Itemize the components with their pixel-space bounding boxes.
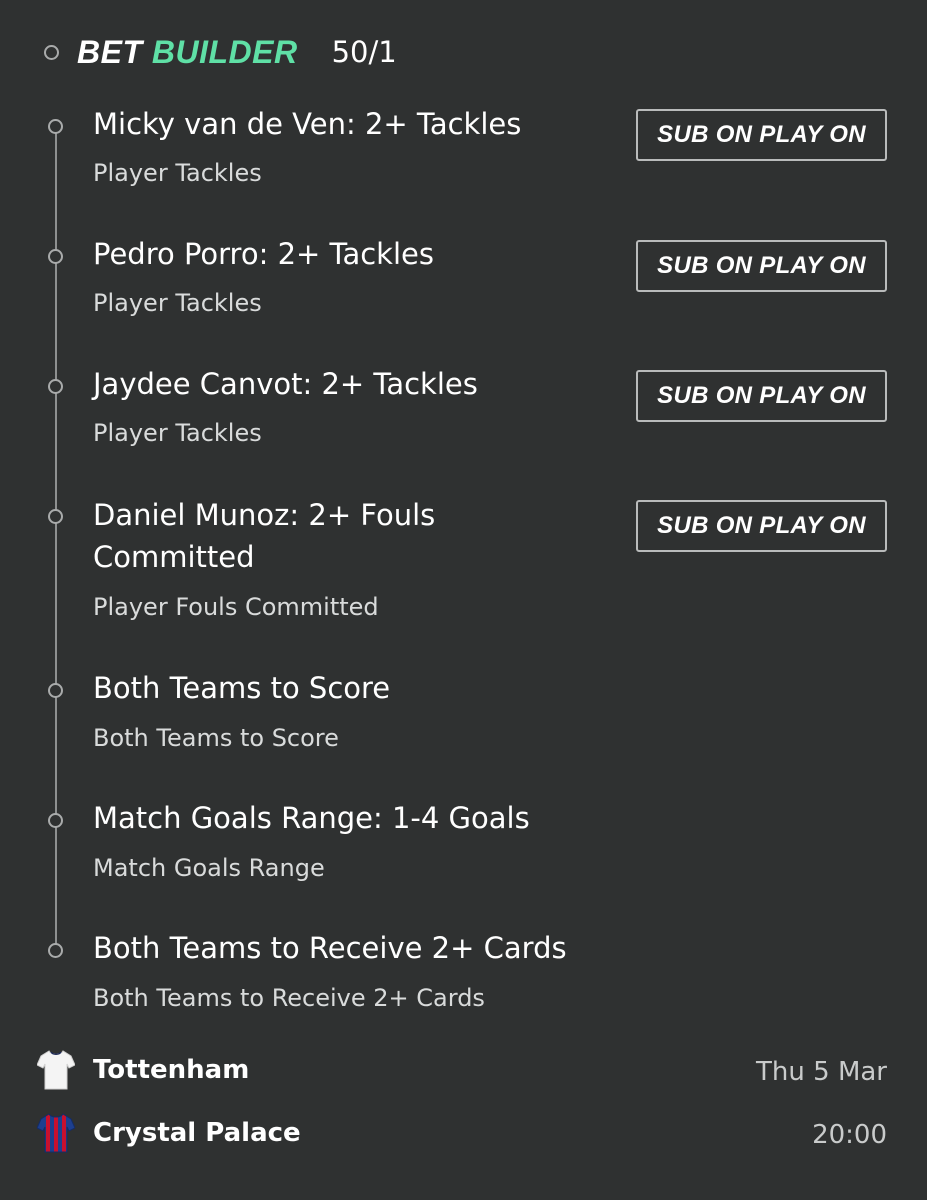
leg-title: Both Teams to Receive 2+ Cards <box>93 931 567 965</box>
leg-dot <box>48 249 63 264</box>
sub-on-play-on-button[interactable]: SUB ON PLAY ON <box>636 240 887 292</box>
home-team-name: Tottenham <box>93 1055 250 1085</box>
bet-builder-header: BET BUILDER 50/1 <box>44 28 397 76</box>
sub-on-play-on-button[interactable]: SUB ON PLAY ON <box>636 370 887 422</box>
leg-title: Pedro Porro: 2+ Tackles <box>93 237 434 271</box>
leg-dot <box>48 119 63 134</box>
header-timeline-dot <box>44 44 59 60</box>
white-shirt-icon <box>37 1050 75 1090</box>
bet-word: BET <box>77 33 143 70</box>
away-team-name: Crystal Palace <box>93 1118 301 1148</box>
match-date: Thu 5 Mar <box>756 1057 887 1087</box>
leg-title: Micky van de Ven: 2+ Tackles <box>93 107 522 141</box>
leg-market: Both Teams to Score <box>93 724 339 752</box>
leg-dot <box>48 509 63 524</box>
home-team-row: Tottenham Thu 5 Mar <box>0 1049 927 1099</box>
match-time: 20:00 <box>812 1120 887 1150</box>
leg-title: Jaydee Canvot: 2+ Tackles <box>93 367 478 401</box>
sub-on-play-on-button[interactable]: SUB ON PLAY ON <box>636 109 887 161</box>
leg-dot <box>48 943 63 958</box>
leg-market: Player Tackles <box>93 159 262 187</box>
away-team-row: Crystal Palace 20:00 <box>0 1112 927 1162</box>
striped-shirt-icon <box>37 1113 75 1153</box>
leg-market: Match Goals Range <box>93 854 325 882</box>
odds-value: 50/1 <box>331 35 397 69</box>
leg-market: Both Teams to Receive 2+ Cards <box>93 984 485 1012</box>
builder-word: BUILDER <box>151 33 298 70</box>
leg-dot <box>48 379 63 394</box>
leg-dot <box>48 813 63 828</box>
leg-market: Player Tackles <box>93 289 262 317</box>
bet-builder-title: BET BUILDER <box>77 34 298 71</box>
leg-title: Both Teams to Score <box>93 671 391 705</box>
leg-market: Player Fouls Committed <box>93 593 379 621</box>
leg-title: Match Goals Range: 1-4 Goals <box>93 801 530 835</box>
leg-title: Daniel Munoz: 2+ Fouls Committed <box>93 498 436 574</box>
leg-market: Player Tackles <box>93 419 262 447</box>
sub-on-play-on-button[interactable]: SUB ON PLAY ON <box>636 500 887 552</box>
leg-dot <box>48 683 63 698</box>
